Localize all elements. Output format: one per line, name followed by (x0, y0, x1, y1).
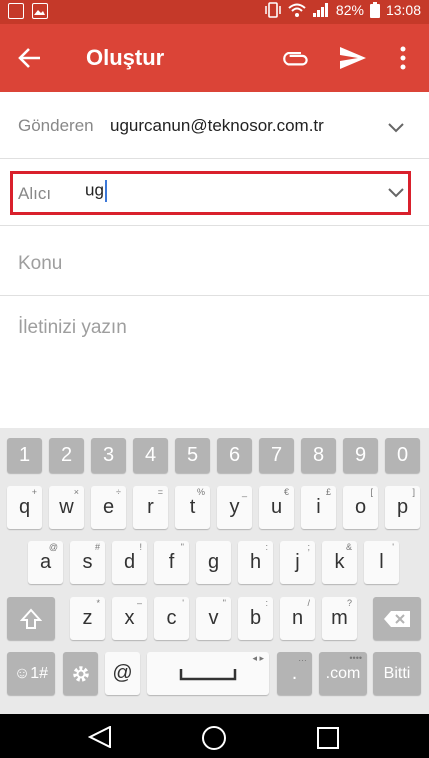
key-c[interactable]: ' c (154, 597, 189, 640)
attachment-icon[interactable] (282, 44, 310, 72)
key-z[interactable]: * z (70, 597, 105, 640)
wifi-icon (288, 3, 306, 17)
key-m[interactable]: ? m (322, 597, 357, 640)
key-a[interactable]: @ a (28, 541, 63, 584)
key-7[interactable]: 7 (259, 438, 294, 473)
backspace-icon (384, 610, 410, 627)
key-u[interactable]: € u (259, 486, 294, 529)
key-o[interactable]: [o (343, 486, 378, 529)
key-l[interactable]: ' l (364, 541, 399, 584)
period-key[interactable]: …. (277, 652, 312, 695)
navigation-bar (0, 714, 429, 758)
key-q[interactable]: + q (7, 486, 42, 529)
recent-apps-icon[interactable] (316, 726, 340, 750)
key-5[interactable]: 5 (175, 438, 210, 473)
key-p[interactable]: ] p (385, 486, 420, 529)
from-label: Gönderen (18, 116, 94, 135)
done-key[interactable]: Bitti (373, 652, 421, 695)
send-icon[interactable] (338, 44, 368, 72)
key-n[interactable]: / n (280, 597, 315, 640)
app-bar: Oluştur (0, 24, 429, 92)
settings-key[interactable] (63, 652, 98, 695)
key-f[interactable]: " f (154, 541, 189, 584)
key-x[interactable]: – x (112, 597, 147, 640)
nav-back-icon[interactable] (88, 726, 112, 748)
image-notification-icon (32, 3, 48, 19)
key-2[interactable]: 2 (49, 438, 84, 473)
key-v[interactable]: " v (196, 597, 231, 640)
highlight-box (10, 171, 411, 215)
body-input[interactable]: İletinizi yazın (18, 317, 127, 339)
notification-icon (8, 3, 24, 19)
symbols-key[interactable]: ☺1# (7, 652, 55, 695)
space-arrows-hint: ◂ ▸ (252, 653, 264, 663)
key-s[interactable]: # s (70, 541, 105, 584)
key-6[interactable]: 6 (217, 438, 252, 473)
key-g[interactable]: g (196, 541, 231, 584)
key-y[interactable]: _ y (217, 486, 252, 529)
dotcom-key[interactable]: •••• .com (319, 652, 367, 695)
subject-input[interactable]: Konu (18, 253, 62, 275)
vibrate-icon (265, 2, 281, 18)
key-8[interactable]: 8 (301, 438, 336, 473)
key-9[interactable]: 9 (343, 438, 378, 473)
from-row[interactable]: Gönderen ugurcanun@teknosor.com.tr (0, 92, 429, 159)
key-i[interactable]: £ i (301, 486, 336, 529)
page-title: Oluştur (86, 45, 165, 70)
key-e[interactable]: ÷ e (91, 486, 126, 529)
more-options-icon[interactable] (396, 44, 410, 72)
period-hint: … (298, 653, 307, 663)
key-h[interactable]: :h (238, 541, 273, 584)
backspace-key[interactable] (373, 597, 421, 640)
key-1[interactable]: 1 (7, 438, 42, 473)
at-key[interactable]: @ (105, 652, 140, 695)
gear-icon (72, 665, 89, 682)
battery-percent: 82% (335, 2, 364, 18)
subject-row[interactable]: Konu (0, 226, 429, 296)
from-account-value[interactable]: ugurcanun@teknosor.com.tr (110, 116, 324, 136)
key-k[interactable]: & k (322, 541, 357, 584)
key-r[interactable]: = r (133, 486, 168, 529)
home-icon[interactable] (201, 725, 227, 751)
space-key[interactable]: ◂ ▸ (147, 652, 269, 695)
key-w[interactable]: × w (49, 486, 84, 529)
back-arrow-icon[interactable] (16, 44, 44, 72)
key-3[interactable]: 3 (91, 438, 126, 473)
key-j[interactable]: ; j (280, 541, 315, 584)
clock: 13:08 (385, 2, 421, 18)
shift-icon (20, 608, 42, 629)
keyboard: 1 2 3 4 5 6 7 8 9 0 + q × w ÷ e = r % t _ y € u… (0, 428, 429, 714)
key-4[interactable]: 4 (133, 438, 168, 473)
space-icon (179, 668, 237, 680)
status-bar: 82% 13:08 (0, 0, 429, 24)
chevron-down-icon[interactable] (387, 122, 405, 134)
key-d[interactable]: ! d (112, 541, 147, 584)
shift-key[interactable] (7, 597, 55, 640)
key-t[interactable]: % t (175, 486, 210, 529)
key-0[interactable]: 0 (385, 438, 420, 473)
signal-icon (312, 3, 328, 17)
battery-icon (369, 2, 380, 18)
key-b[interactable]: :b (238, 597, 273, 640)
